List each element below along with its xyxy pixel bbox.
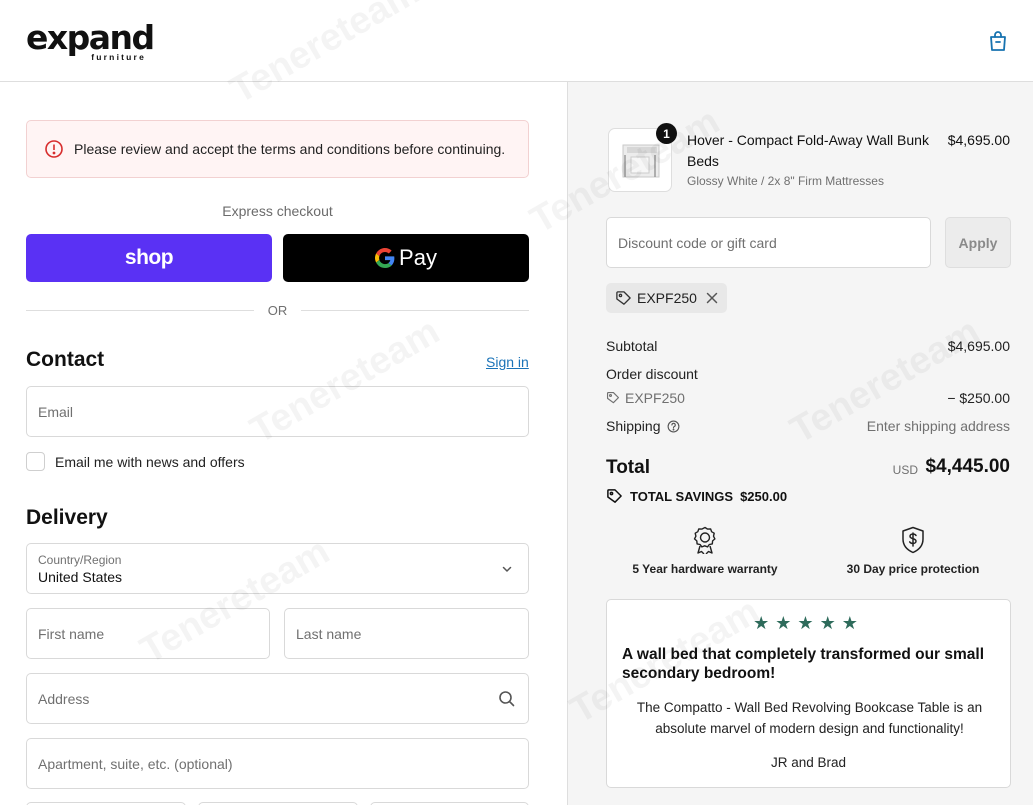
total-savings-value: $250.00 bbox=[740, 489, 788, 504]
apartment-input[interactable] bbox=[27, 739, 528, 788]
terms-error-banner: Please review and accept the terms and c… bbox=[26, 120, 529, 178]
site-header: expand furniture bbox=[0, 0, 1033, 82]
checkout-form: Please review and accept the terms and c… bbox=[0, 82, 567, 805]
shield-dollar-icon bbox=[902, 526, 924, 554]
google-g-icon bbox=[375, 248, 395, 268]
award-ribbon-icon bbox=[693, 526, 716, 554]
error-message: Please review and accept the terms and c… bbox=[74, 141, 506, 157]
newsletter-checkbox[interactable] bbox=[26, 452, 45, 471]
tag-icon bbox=[616, 290, 631, 305]
review-body: The Compatto - Wall Bed Revolving Bookca… bbox=[636, 700, 983, 736]
shipping-label: Shipping bbox=[606, 418, 661, 434]
shipping-value: Enter shipping address bbox=[866, 418, 1010, 434]
shipping-row: Shipping bbox=[606, 418, 680, 434]
newsletter-label: Email me with news and offers bbox=[55, 453, 245, 470]
or-label: OR bbox=[267, 302, 288, 318]
expand-furniture-logo[interactable]: expand furniture bbox=[26, 18, 155, 64]
price-protection-label: 30 Day price protection bbox=[846, 562, 980, 576]
applied-discount-chip: EXPF250 bbox=[606, 283, 727, 313]
email-field[interactable] bbox=[26, 386, 529, 437]
product-name: Hover - Compact Fold-Away Wall Bunk Beds bbox=[687, 132, 929, 169]
first-name-field[interactable] bbox=[26, 608, 270, 659]
address-field[interactable] bbox=[26, 673, 529, 724]
apply-discount-button[interactable]: Apply bbox=[945, 217, 1011, 268]
discount-amount: − $250.00 bbox=[947, 390, 1010, 406]
newsletter-checkbox-row[interactable]: Email me with news and offers bbox=[26, 452, 245, 471]
discount-code-row: EXPF250 bbox=[606, 390, 685, 406]
divider-line bbox=[301, 309, 529, 311]
warranty-label: 5 Year hardware warranty bbox=[632, 562, 778, 576]
shop-pay-label: shop bbox=[124, 246, 174, 269]
country-caption: Country/Region bbox=[38, 553, 122, 567]
total-currency: USD bbox=[892, 463, 918, 477]
google-pay-button[interactable]: Pay bbox=[283, 234, 529, 282]
quantity-badge: 1 bbox=[656, 123, 677, 144]
close-icon[interactable] bbox=[706, 292, 718, 304]
contact-heading: Contact bbox=[26, 348, 105, 371]
first-name-input[interactable] bbox=[27, 609, 269, 658]
review-title: A wall bed that completely transformed o… bbox=[622, 646, 985, 682]
apartment-field[interactable] bbox=[26, 738, 529, 789]
product-price: $4,695.00 bbox=[947, 132, 1010, 148]
tag-icon bbox=[607, 489, 622, 503]
price-protection-badge: 30 Day price protection bbox=[813, 526, 1013, 576]
search-icon[interactable] bbox=[498, 690, 516, 708]
logo-wordmark: expand bbox=[26, 18, 155, 57]
order-discount-label: Order discount bbox=[606, 366, 698, 382]
email-input[interactable] bbox=[27, 387, 528, 436]
discount-code-input[interactable] bbox=[607, 218, 930, 267]
review-author: JR and Brad bbox=[770, 755, 847, 770]
discount-code-field[interactable] bbox=[606, 217, 931, 268]
or-divider: OR bbox=[26, 301, 529, 319]
sign-in-link[interactable]: Sign in bbox=[486, 354, 529, 370]
shopping-bag-icon[interactable] bbox=[986, 29, 1010, 53]
warranty-badge: 5 Year hardware warranty bbox=[605, 526, 805, 576]
subtotal-value: $4,695.00 bbox=[947, 338, 1010, 354]
star-rating: ★★★★★ bbox=[753, 613, 864, 633]
divider-line bbox=[26, 309, 254, 311]
last-name-input[interactable] bbox=[285, 609, 528, 658]
express-checkout-heading: Express checkout bbox=[222, 203, 333, 219]
total-value: $4,445.00 bbox=[925, 456, 1010, 477]
discount-code-text: EXPF250 bbox=[625, 390, 685, 406]
applied-code-label: EXPF250 bbox=[637, 290, 697, 306]
delivery-heading: Delivery bbox=[26, 506, 108, 529]
country-value: United States bbox=[38, 569, 123, 585]
address-input[interactable] bbox=[27, 674, 528, 723]
total-label: Total bbox=[606, 457, 650, 478]
google-pay-label: Pay bbox=[399, 245, 437, 270]
help-circle-icon[interactable] bbox=[667, 420, 680, 433]
tag-icon bbox=[606, 391, 620, 404]
alert-circle-icon bbox=[45, 140, 63, 158]
total-savings-label: TOTAL SAVINGS bbox=[630, 489, 734, 504]
chevron-down-icon bbox=[502, 566, 512, 572]
customer-review-card: ★★★★★ A wall bed that completely transfo… bbox=[606, 599, 1011, 788]
last-name-field[interactable] bbox=[284, 608, 529, 659]
country-select[interactable]: Country/Region United States bbox=[26, 543, 529, 594]
product-variant: Glossy White / 2x 8" Firm Mattresses bbox=[687, 174, 884, 188]
total-savings-row: TOTAL SAVINGS $250.00 bbox=[606, 488, 787, 505]
shop-pay-button[interactable]: shop bbox=[26, 234, 272, 282]
logo-subtitle: furniture bbox=[91, 52, 146, 62]
subtotal-label: Subtotal bbox=[606, 338, 658, 354]
order-summary: 1 Hover - Compact Fold-Away Wall Bunk Be… bbox=[567, 82, 1033, 805]
